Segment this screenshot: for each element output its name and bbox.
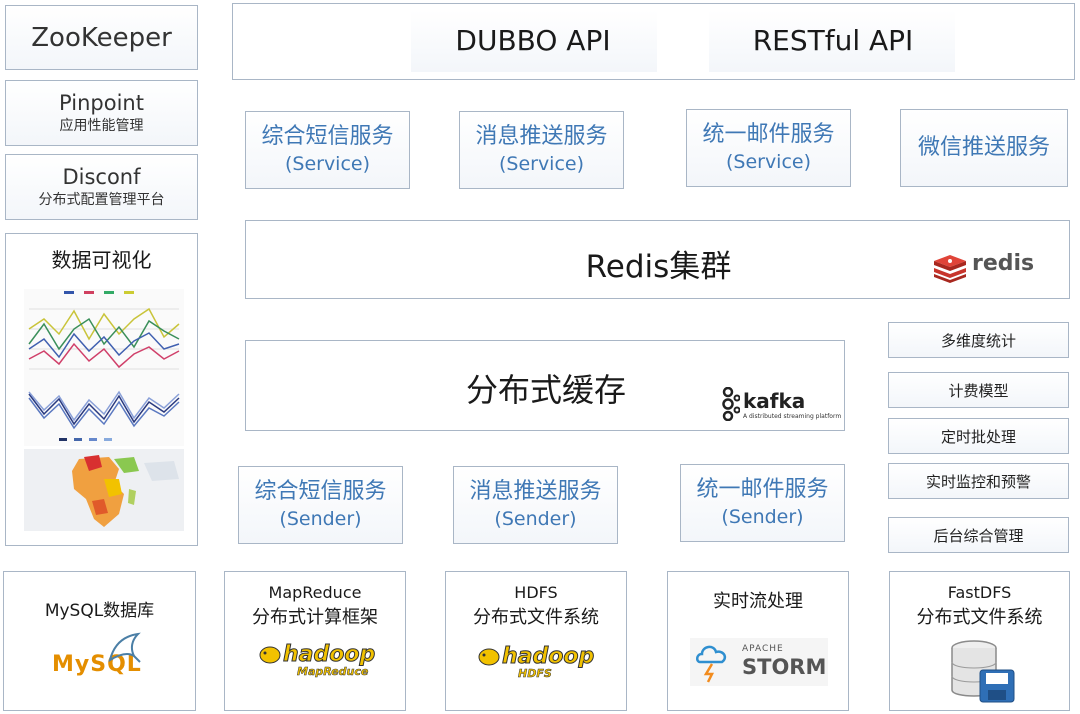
push-sender-box: 消息推送服务 (Sender) [453,466,618,544]
hdfs-line1: HDFS [514,583,558,602]
push-service-title: 消息推送服务 [475,124,608,149]
redis-cluster-box: Redis集群 redis [245,220,1070,299]
zookeeper-label: ZooKeeper [31,22,172,53]
fastdfs-line1: FastDFS [947,583,1012,602]
feature-backend-admin: 后台综合管理 [888,517,1069,553]
data-visualization-box: 数据可视化 [5,233,198,546]
api-bar: DUBBO API RESTful API [232,3,1075,80]
area-chart-thumbnail-icon [24,384,184,446]
push-service-sub: (Service) [498,153,585,175]
storm-title: 实时流处理 [713,591,803,612]
storm-logo-text: STORM [742,655,827,679]
feature-multi-dim-stats: 多维度统计 [888,322,1069,358]
mail-sender-box: 统一邮件服务 (Sender) [680,464,845,542]
hdfs-logo-subtitle: HDFS [518,667,552,681]
sms-service-box: 综合短信服务 (Service) [245,111,410,189]
line-chart-thumbnail-icon [24,289,184,384]
sms-service-sub: (Service) [284,153,371,175]
pinpoint-title: Pinpoint [59,91,144,115]
dubbo-api-label: DUBBO API [455,24,611,57]
fastdfs-box: FastDFS 分布式文件系统 [889,571,1070,711]
storm-logo-apache: APACHE [742,644,784,654]
mapreduce-box: MapReduce 分布式计算框架 hadoop MapReduce [224,571,406,711]
feature-billing-model-label: 计费模型 [948,381,1009,400]
mail-service-box: 统一邮件服务 (Service) [686,109,851,187]
mysql-title: MySQL数据库 [44,601,155,621]
feature-realtime-monitoring: 实时监控和预警 [888,463,1069,499]
pinpoint-box: Pinpoint 应用性能管理 [5,80,198,146]
sms-sender-title: 综合短信服务 [254,479,387,504]
wechat-service-box: 微信推送服务 [900,109,1068,187]
mail-service-title: 统一邮件服务 [702,122,835,147]
feature-realtime-monitoring-label: 实时监控和预警 [925,472,1031,491]
mysql-box: MySQL数据库 MySQL [3,571,196,711]
feature-billing-model: 计费模型 [888,372,1069,408]
distributed-cache-box: 分布式缓存 kafka A distributed streaming plat… [245,340,845,431]
redis-logo-text: redis [972,251,1035,276]
push-sender-title: 消息推送服务 [469,479,602,504]
mapreduce-logo-subtitle: MapReduce [297,665,369,679]
mail-service-sub: (Service) [725,151,812,173]
feature-scheduled-batch: 定时批处理 [888,418,1069,454]
hdfs-hadoop-logo-text: hadoop [501,644,595,670]
kafka-logo-icon [722,387,740,421]
feature-backend-admin-label: 后台综合管理 [933,526,1024,545]
zookeeper-box: ZooKeeper [5,5,198,70]
mapreduce-line2: 分布式计算框架 [252,607,378,628]
hadoop-elephant-icon [259,646,281,664]
data-visualization-title: 数据可视化 [51,248,152,272]
hdfs-line2: 分布式文件系统 [473,607,599,628]
disconf-box: Disconf 分布式配置管理平台 [5,154,198,220]
wechat-service-title: 微信推送服务 [917,135,1050,160]
kafka-logo-text: kafka [743,389,806,413]
push-service-box: 消息推送服务 (Service) [459,111,624,189]
kafka-logo-subtitle: A distributed streaming platform [743,413,842,420]
restful-api-label: RESTful API [752,24,914,57]
feature-multi-dim-stats-label: 多维度统计 [940,331,1016,350]
database-save-icon [951,640,1015,703]
mapreduce-line1: MapReduce [268,583,362,602]
hdfs-box: HDFS 分布式文件系统 hadoop HDFS [445,571,627,711]
storm-cloud-icon [696,645,727,683]
mail-sender-title: 统一邮件服务 [696,477,829,502]
mail-sender-sub: (Sender) [721,506,804,528]
hadoop-elephant-icon [478,648,500,666]
sms-sender-sub: (Sender) [279,508,362,530]
mysql-dolphin-icon [108,632,141,663]
sms-service-title: 综合短信服务 [261,124,394,149]
storm-box: 实时流处理 APACHE STORM [667,571,849,711]
feature-scheduled-batch-label: 定时批处理 [940,427,1016,446]
redis-logo-icon [934,255,966,283]
sms-sender-box: 综合短信服务 (Sender) [238,466,403,544]
disconf-subtitle: 分布式配置管理平台 [38,192,165,208]
disconf-title: Disconf [62,165,141,189]
push-sender-sub: (Sender) [494,508,577,530]
fastdfs-line2: 分布式文件系统 [916,607,1043,628]
pinpoint-subtitle: 应用性能管理 [59,118,144,134]
mapreduce-hadoop-logo-text: hadoop [282,642,376,668]
world-map-thumbnail-icon [24,449,184,531]
